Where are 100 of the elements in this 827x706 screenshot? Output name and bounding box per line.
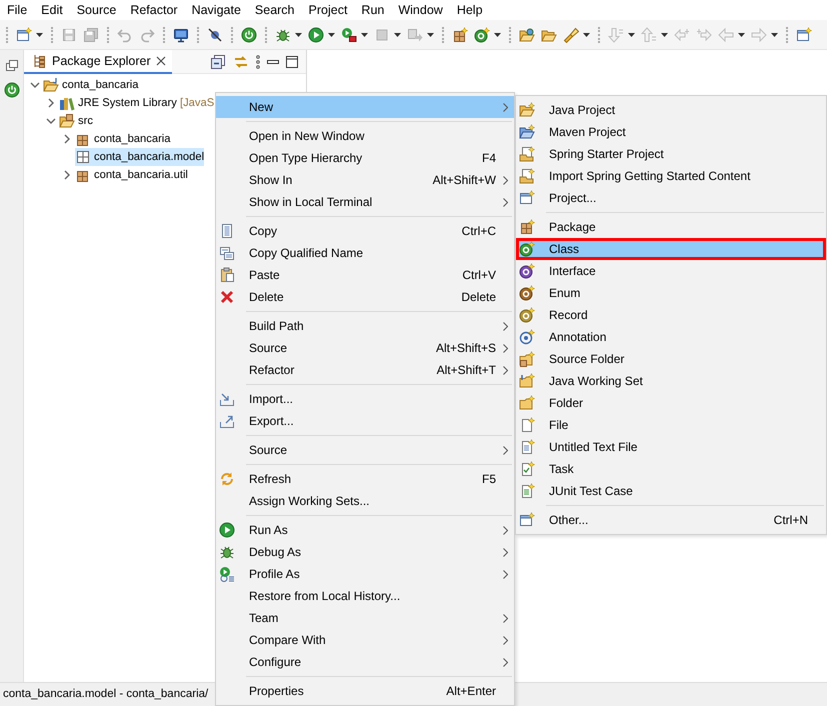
task-icon <box>519 461 535 477</box>
restore-icon[interactable] <box>4 58 20 74</box>
menu-item[interactable]: Open Type Hierarchy F4 <box>216 147 514 169</box>
menu-item[interactable]: Source <box>216 439 514 461</box>
menu-item[interactable]: Java Project <box>516 99 826 121</box>
document-folder-icon <box>519 146 535 162</box>
menu-item[interactable]: Java Working Set <box>516 370 826 392</box>
menu-item[interactable]: Team <box>216 607 514 629</box>
menu-item[interactable]: Other... Ctrl+N <box>516 509 826 531</box>
menu-item[interactable]: Compare With <box>216 629 514 651</box>
menu-title[interactable]: Search <box>248 0 302 20</box>
power-icon[interactable] <box>4 82 20 98</box>
menu-title[interactable]: Refactor <box>123 0 185 20</box>
caret-icon[interactable] <box>328 32 335 36</box>
class-icon[interactable] <box>474 26 490 42</box>
open-folder-icon[interactable] <box>519 26 535 42</box>
tree-item[interactable]: src <box>59 112 93 130</box>
menu-item[interactable]: Build Path <box>216 315 514 337</box>
menu-title[interactable]: File <box>0 0 34 20</box>
text-file-icon <box>519 439 535 455</box>
menu-title[interactable]: Help <box>450 0 490 20</box>
menu-item[interactable]: Assign Working Sets... <box>216 490 514 512</box>
menu-item[interactable]: Open in New Window <box>216 125 514 147</box>
tree-item[interactable]: conta_bancaria.model <box>75 148 204 166</box>
view-tab[interactable]: Package Explorer <box>24 50 172 74</box>
power-icon[interactable] <box>241 26 257 42</box>
menu-item[interactable]: Show in Local Terminal <box>216 191 514 213</box>
monitor-icon[interactable] <box>173 26 189 42</box>
menu-item[interactable]: Restore from Local History... <box>216 585 514 607</box>
chevron-down-icon[interactable] <box>30 80 40 90</box>
minimize-icon[interactable] <box>267 60 279 64</box>
tree-item[interactable]: conta_bancaria <box>75 130 171 148</box>
menu-item[interactable]: Show In Alt+Shift+W <box>216 169 514 191</box>
view-menu-icon[interactable] <box>256 54 260 68</box>
package-icon[interactable] <box>452 26 468 42</box>
export-icon <box>219 413 235 429</box>
caret-icon[interactable] <box>494 32 501 36</box>
menu-title[interactable]: Edit <box>34 0 70 20</box>
menu-item[interactable]: Record <box>516 304 826 326</box>
skip-breakpoints-icon[interactable] <box>207 26 223 42</box>
status-text: conta_bancaria.model - conta_bancaria/ <box>3 688 208 700</box>
chevron-right-icon[interactable] <box>62 134 72 144</box>
run-tool-icon[interactable] <box>341 26 357 42</box>
link-icon[interactable] <box>233 54 249 70</box>
menu-item[interactable]: Folder <box>516 392 826 414</box>
menu-item[interactable]: Import Spring Getting Started Content <box>516 165 826 187</box>
enum-icon <box>519 285 535 301</box>
menu-item[interactable]: Source Folder <box>516 348 826 370</box>
menu-item[interactable]: Run As <box>216 519 514 541</box>
caret-icon[interactable] <box>361 32 368 36</box>
menu-item[interactable]: Debug As <box>216 541 514 563</box>
menu-item[interactable]: Project... <box>516 187 826 209</box>
menu-title[interactable]: Run <box>354 0 392 20</box>
chevron-right-icon[interactable] <box>46 98 56 108</box>
menu-item[interactable]: Class <box>516 238 826 260</box>
menu-item[interactable]: Refresh F5 <box>216 468 514 490</box>
menu-item[interactable]: Refactor Alt+Shift+T <box>216 359 514 381</box>
caret-icon[interactable] <box>583 32 590 36</box>
collapse-all-icon[interactable] <box>210 54 226 70</box>
shortcut-text: Delete <box>461 290 496 304</box>
new-icon[interactable] <box>16 26 32 42</box>
chevron-right-icon[interactable] <box>62 170 72 180</box>
menu-item[interactable]: Copy Ctrl+C <box>216 220 514 242</box>
menu-item[interactable]: Untitled Text File <box>516 436 826 458</box>
menu-item[interactable]: Configure <box>216 651 514 673</box>
menu-item[interactable]: Maven Project <box>516 121 826 143</box>
menu-item[interactable]: Export... <box>216 410 514 432</box>
menu-item[interactable]: Enum <box>516 282 826 304</box>
menu-title[interactable]: Source <box>70 0 124 20</box>
menu-item[interactable]: Paste Ctrl+V <box>216 264 514 286</box>
menu-item[interactable]: Profile As <box>216 563 514 585</box>
tree-item[interactable]: conta_bancaria.util <box>75 166 188 184</box>
menu-item[interactable]: Source Alt+Shift+S <box>216 337 514 359</box>
caret-icon[interactable] <box>295 32 302 36</box>
menu-item[interactable]: Delete Delete <box>216 286 514 308</box>
menu-item[interactable]: Copy Qualified Name <box>216 242 514 264</box>
menu-item[interactable]: Annotation <box>516 326 826 348</box>
menu-item[interactable]: New <box>216 96 514 118</box>
chevron-down-icon[interactable] <box>46 116 56 126</box>
menu-title[interactable]: Window <box>391 0 450 20</box>
menu-item[interactable]: Import... <box>216 388 514 410</box>
maximize-icon[interactable] <box>286 56 298 68</box>
menu-title[interactable]: Project <box>302 0 354 20</box>
window-icon[interactable] <box>796 26 812 42</box>
shortcut-text: Ctrl+V <box>462 268 496 282</box>
menu-item[interactable]: Interface <box>516 260 826 282</box>
tree-item[interactable]: JRE System Library [JavaS <box>59 94 214 112</box>
menu-item[interactable]: File <box>516 414 826 436</box>
tree-item[interactable]: conta_bancaria <box>43 76 139 94</box>
shortcut-text: Alt+Shift+S <box>436 341 496 355</box>
menu-item[interactable]: Properties Alt+Enter <box>216 680 514 702</box>
menu-item[interactable]: Package <box>516 216 826 238</box>
flashlight-icon[interactable] <box>563 26 579 42</box>
close-icon[interactable] <box>156 56 166 66</box>
menu-item[interactable]: Task <box>516 458 826 480</box>
menu-item[interactable]: JUnit Test Case <box>516 480 826 502</box>
menu-title[interactable]: Navigate <box>184 0 248 20</box>
menu-item[interactable]: Spring Starter Project <box>516 143 826 165</box>
caret-icon[interactable] <box>36 32 43 36</box>
run-icon[interactable] <box>308 26 324 42</box>
